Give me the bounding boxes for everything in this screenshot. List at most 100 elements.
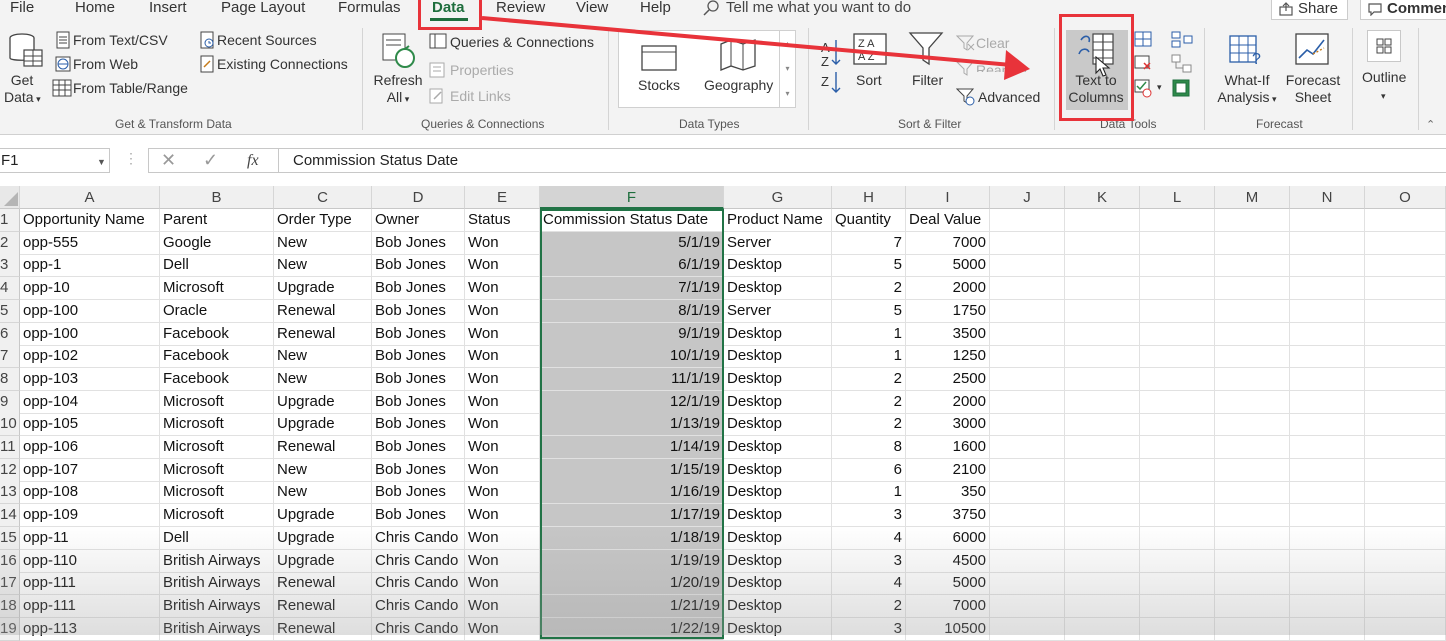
table-cell[interactable] <box>1140 572 1215 596</box>
table-cell[interactable]: 3 <box>832 504 906 528</box>
table-cell[interactable]: Desktop <box>724 254 832 278</box>
column-header-g[interactable]: G <box>724 186 832 209</box>
tab-home[interactable]: Home <box>75 0 115 16</box>
table-cell[interactable]: 3500 <box>906 322 990 346</box>
table-cell[interactable]: Chris Cando <box>372 526 465 550</box>
header-cell[interactable] <box>1140 209 1215 232</box>
table-cell[interactable] <box>1215 458 1290 482</box>
name-box-dropdown-icon[interactable]: ▼ <box>97 157 106 167</box>
table-cell[interactable]: 10500 <box>906 617 990 641</box>
queries-connections-button[interactable]: Queries & Connections <box>450 34 594 51</box>
column-header-c[interactable]: C <box>274 186 372 209</box>
table-cell[interactable]: Renewal <box>274 322 372 346</box>
table-cell[interactable] <box>1065 345 1140 369</box>
tab-insert[interactable]: Insert <box>149 0 187 16</box>
geography-button[interactable]: Geography <box>704 77 773 94</box>
refresh-all-button[interactable]: Refresh All ▾ <box>372 72 424 108</box>
table-cell[interactable]: 7 <box>832 231 906 255</box>
table-cell[interactable]: Desktop <box>724 322 832 346</box>
header-cell[interactable]: Owner <box>372 209 465 232</box>
table-cell[interactable]: New <box>274 254 372 278</box>
table-cell[interactable] <box>1140 367 1215 391</box>
table-cell[interactable]: Upgrade <box>274 526 372 550</box>
table-cell[interactable]: Facebook <box>160 367 274 391</box>
table-cell[interactable] <box>990 458 1065 482</box>
table-cell[interactable]: 1250 <box>906 345 990 369</box>
table-cell[interactable]: Chris Cando <box>372 617 465 641</box>
table-cell[interactable] <box>1365 254 1446 278</box>
table-cell[interactable] <box>990 526 1065 550</box>
table-cell[interactable]: Renewal <box>274 299 372 323</box>
table-cell[interactable]: opp-111 <box>20 572 160 596</box>
table-cell[interactable]: opp-111 <box>20 594 160 618</box>
row-header[interactable]: 13 <box>0 481 20 505</box>
row-header[interactable]: 8 <box>0 367 20 391</box>
table-cell[interactable]: opp-107 <box>20 458 160 482</box>
header-cell[interactable]: Deal Value <box>906 209 990 232</box>
table-cell[interactable]: New <box>274 367 372 391</box>
table-cell[interactable]: 1600 <box>906 436 990 459</box>
collapse-ribbon-icon[interactable]: ⌃ <box>1426 117 1435 134</box>
table-cell[interactable]: Won <box>465 345 540 369</box>
table-cell[interactable]: Microsoft <box>160 458 274 482</box>
table-cell[interactable] <box>1065 481 1140 505</box>
table-cell[interactable] <box>1290 367 1365 391</box>
table-cell[interactable]: 1/17/19 <box>540 504 724 528</box>
what-if-analysis-button[interactable]: What-If Analysis ▾ <box>1214 72 1280 108</box>
table-cell[interactable]: Bob Jones <box>372 458 465 482</box>
table-cell[interactable]: 10/1/19 <box>540 345 724 369</box>
column-header-h[interactable]: H <box>832 186 906 209</box>
table-cell[interactable]: Won <box>465 549 540 573</box>
table-cell[interactable] <box>1140 436 1215 459</box>
table-cell[interactable] <box>1290 413 1365 437</box>
table-cell[interactable]: Google <box>160 231 274 255</box>
row-header[interactable]: 10 <box>0 413 20 437</box>
table-cell[interactable]: Desktop <box>724 526 832 550</box>
table-cell[interactable]: 6 <box>832 458 906 482</box>
table-cell[interactable]: 1/19/19 <box>540 549 724 573</box>
table-cell[interactable] <box>1215 367 1290 391</box>
table-cell[interactable]: 12/1/19 <box>540 390 724 414</box>
enter-icon[interactable]: ✓ <box>203 149 218 172</box>
table-cell[interactable] <box>990 367 1065 391</box>
column-header-m[interactable]: M <box>1215 186 1290 209</box>
stocks-button[interactable]: Stocks <box>638 77 680 94</box>
table-cell[interactable]: 3750 <box>906 504 990 528</box>
table-cell[interactable] <box>1365 436 1446 459</box>
table-cell[interactable]: opp-10 <box>20 277 160 301</box>
table-cell[interactable]: Won <box>465 481 540 505</box>
column-header-f[interactable]: F <box>540 186 724 209</box>
formula-input[interactable]: Commission Status Date <box>278 148 1446 173</box>
table-cell[interactable]: 3 <box>832 549 906 573</box>
table-cell[interactable]: Microsoft <box>160 277 274 301</box>
table-cell[interactable]: 5000 <box>906 572 990 596</box>
table-cell[interactable]: Chris Cando <box>372 594 465 618</box>
table-cell[interactable]: 2 <box>832 277 906 301</box>
table-cell[interactable]: Won <box>465 504 540 528</box>
table-cell[interactable]: Bob Jones <box>372 254 465 278</box>
table-cell[interactable] <box>1215 481 1290 505</box>
table-cell[interactable]: 350 <box>906 481 990 505</box>
row-header[interactable]: 3 <box>0 254 20 278</box>
table-cell[interactable] <box>1365 322 1446 346</box>
row-header[interactable]: 9 <box>0 390 20 414</box>
column-header-n[interactable]: N <box>1290 186 1365 209</box>
insert-function-icon[interactable]: fx <box>247 149 259 172</box>
table-cell[interactable]: 2 <box>832 413 906 437</box>
table-cell[interactable] <box>1140 254 1215 278</box>
table-cell[interactable] <box>1065 254 1140 278</box>
table-cell[interactable]: Dell <box>160 254 274 278</box>
table-cell[interactable]: 5/1/19 <box>540 231 724 255</box>
share-button[interactable]: Share <box>1271 0 1348 20</box>
table-cell[interactable] <box>1290 594 1365 618</box>
table-cell[interactable] <box>1365 549 1446 573</box>
table-cell[interactable] <box>1365 458 1446 482</box>
table-cell[interactable]: Won <box>465 572 540 596</box>
table-cell[interactable]: Microsoft <box>160 504 274 528</box>
table-cell[interactable]: New <box>274 345 372 369</box>
name-box[interactable]: F1 <box>0 148 110 173</box>
table-cell[interactable]: Microsoft <box>160 436 274 459</box>
table-cell[interactable] <box>1365 413 1446 437</box>
table-cell[interactable] <box>1365 231 1446 255</box>
table-cell[interactable]: New <box>274 231 372 255</box>
